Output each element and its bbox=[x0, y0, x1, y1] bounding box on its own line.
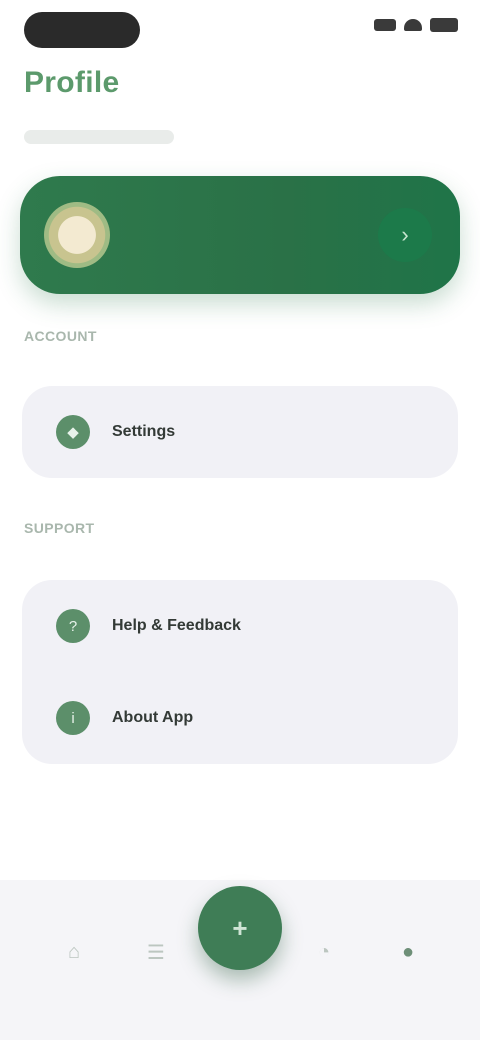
info-icon: i bbox=[56, 701, 90, 735]
wifi-icon bbox=[404, 19, 422, 31]
nav-profile-icon[interactable]: ● bbox=[388, 932, 428, 972]
bottom-nav: ⌂ ☰ + ◔ ● bbox=[0, 880, 480, 1040]
profile-section-label bbox=[24, 130, 174, 144]
status-time-pill bbox=[24, 12, 140, 48]
section-label-support: SUPPORT bbox=[24, 520, 95, 536]
avatar bbox=[44, 202, 110, 268]
shield-icon: ◆ bbox=[56, 415, 90, 449]
account-card: ◆ Settings bbox=[22, 386, 458, 478]
nav-home-icon[interactable]: ⌂ bbox=[54, 932, 94, 972]
nav-stats-icon[interactable]: ◔ bbox=[304, 932, 344, 972]
add-button[interactable]: + bbox=[198, 886, 282, 970]
chevron-right-icon[interactable]: › bbox=[378, 208, 432, 262]
section-label-account: ACCOUNT bbox=[24, 328, 97, 344]
status-bar bbox=[0, 0, 480, 64]
signal-icon bbox=[374, 19, 396, 31]
page-title: Profile bbox=[24, 66, 120, 99]
nav-list-icon[interactable]: ☰ bbox=[136, 932, 176, 972]
status-icons bbox=[374, 18, 458, 32]
help-icon: ? bbox=[56, 609, 90, 643]
list-item-help[interactable]: ? Help & Feedback bbox=[22, 580, 458, 672]
profile-card[interactable]: › bbox=[20, 176, 460, 294]
list-item-label: Help & Feedback bbox=[112, 617, 241, 634]
list-item-label: Settings bbox=[112, 423, 176, 440]
list-item-label: About App bbox=[112, 709, 194, 726]
battery-icon bbox=[430, 18, 458, 32]
support-card: ? Help & Feedback i About App bbox=[22, 580, 458, 764]
list-item-about[interactable]: i About App bbox=[22, 672, 458, 764]
list-item-settings[interactable]: ◆ Settings bbox=[22, 386, 458, 478]
